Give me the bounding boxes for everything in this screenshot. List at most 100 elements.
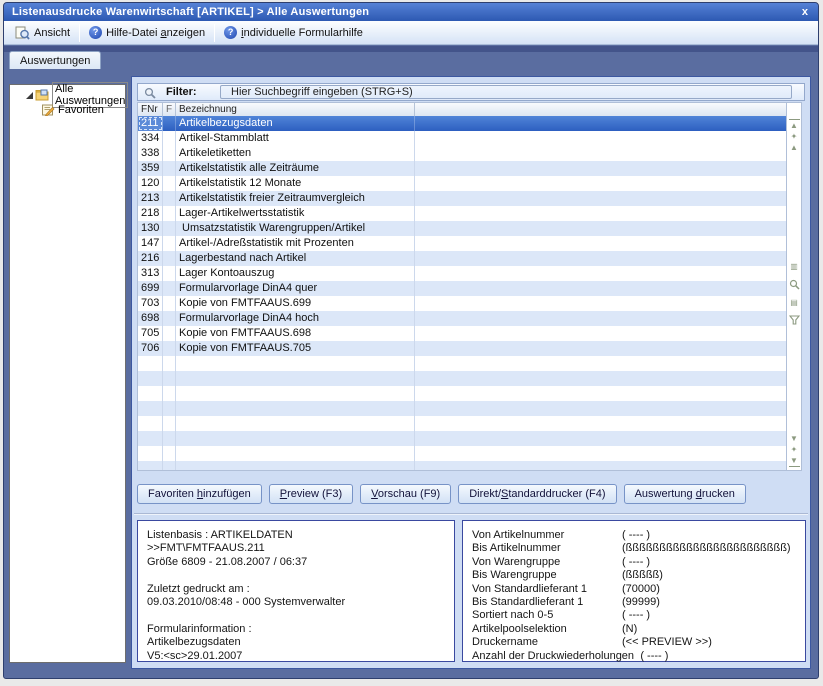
help-icon: ? bbox=[89, 26, 102, 39]
table-row[interactable] bbox=[138, 446, 786, 461]
cell-bezeichnung: Artikelstatistik 12 Monate bbox=[176, 176, 415, 191]
parameter-value: (ßßßßß) bbox=[622, 569, 663, 582]
close-button[interactable]: x bbox=[802, 6, 808, 18]
table-row[interactable]: 216 Lagerbestand nach Artikel bbox=[138, 251, 786, 266]
filter-funnel-icon[interactable] bbox=[789, 315, 800, 325]
cell-f bbox=[163, 311, 176, 326]
summary-icon[interactable]: ▤ bbox=[789, 297, 800, 308]
cell-f bbox=[163, 206, 176, 221]
table-row[interactable]: 338 Artikeletiketten bbox=[138, 146, 786, 161]
page-down-icon[interactable]: ✦ bbox=[789, 444, 800, 455]
table-row[interactable]: 705 Kopie von FMTFAAUS.698 bbox=[138, 326, 786, 341]
table-row[interactable]: 699 Formularvorlage DinA4 quer bbox=[138, 281, 786, 296]
cell-fnr bbox=[138, 461, 163, 471]
view-magnifier-icon bbox=[15, 26, 30, 40]
table-row[interactable]: 211 Artikelbezugsdaten bbox=[138, 116, 786, 131]
filter-search-input[interactable]: Hier Suchbegriff eingeben (STRG+S) bbox=[220, 85, 792, 99]
table-row[interactable]: 313 Lager Kontoauszug bbox=[138, 266, 786, 281]
cell-filler bbox=[415, 341, 786, 356]
cell-filler bbox=[415, 431, 786, 446]
cell-f bbox=[163, 461, 176, 471]
table-row[interactable] bbox=[138, 416, 786, 431]
parameter-row: Druckername (<< PREVIEW >>) bbox=[472, 636, 805, 649]
table-row[interactable]: 130 Umsatzstatistik Warengruppen/Artikel bbox=[138, 221, 786, 236]
table-row[interactable] bbox=[138, 461, 786, 471]
cell-f bbox=[163, 431, 176, 446]
table-row[interactable] bbox=[138, 371, 786, 386]
table-row[interactable] bbox=[138, 401, 786, 416]
parameter-label: Sortiert nach 0-5 bbox=[472, 609, 622, 622]
table-row[interactable]: 703 Kopie von FMTFAAUS.699 bbox=[138, 296, 786, 311]
table-row[interactable]: 120 Artikelstatistik 12 Monate bbox=[138, 176, 786, 191]
cell-bezeichnung: Lager-Artikelwertsstatistik bbox=[176, 206, 415, 221]
toolbar-button-hilfe-datei[interactable]: ? Hilfe-Datei anzeigen bbox=[82, 23, 212, 43]
parameter-row: Sortiert nach 0-5 ( ---- ) bbox=[472, 609, 805, 622]
parameter-value: (N) bbox=[622, 623, 637, 636]
cell-filler bbox=[415, 371, 786, 386]
cell-f bbox=[163, 326, 176, 341]
favorites-note-icon bbox=[41, 104, 55, 116]
table-row[interactable] bbox=[138, 356, 786, 371]
cell-fnr: 216 bbox=[138, 251, 163, 266]
cell-bezeichnung bbox=[176, 401, 415, 416]
parameter-label: Von Standardlieferant 1 bbox=[472, 583, 622, 596]
row-up-icon[interactable]: ✦ bbox=[789, 131, 800, 142]
toolbar-button-formularhilfe[interactable]: ? individuelle Formularhilfe bbox=[217, 23, 370, 43]
app-window: Listenausdrucke Warenwirtschaft [ARTIKEL… bbox=[3, 2, 819, 679]
form-info-line: Artikelbezugsdaten bbox=[147, 636, 454, 649]
grid-search-icon[interactable] bbox=[789, 279, 800, 290]
column-header-fnr[interactable]: FNr bbox=[138, 103, 163, 116]
column-header-filler bbox=[415, 103, 786, 116]
column-header-f[interactable]: F bbox=[163, 103, 176, 116]
table-row[interactable]: 359 Artikelstatistik alle Zeiträume bbox=[138, 161, 786, 176]
navigation-tree: Alle Auswertungen Favoriten bbox=[9, 84, 126, 663]
cell-f bbox=[163, 296, 176, 311]
table-row[interactable] bbox=[138, 386, 786, 401]
parameter-label: Druckername bbox=[472, 636, 622, 649]
cell-filler bbox=[415, 461, 786, 471]
grid-scroll-rail: ▲ ✦ ▲ ▥ ▤ bbox=[787, 102, 802, 471]
page-up-icon[interactable]: ▲ bbox=[789, 142, 800, 153]
form-info-line: V5:<sc>29.01.2007 bbox=[147, 650, 454, 663]
toolbar: Ansicht ? Hilfe-Datei anzeigen ? individ… bbox=[4, 21, 818, 45]
cell-bezeichnung bbox=[176, 431, 415, 446]
tree-expander-icon[interactable] bbox=[26, 92, 33, 99]
scroll-top-icon[interactable]: ▲ bbox=[789, 119, 800, 131]
favoriten-hinzufuegen-button[interactable]: Favoriten hinzufügen bbox=[137, 484, 262, 504]
cell-f bbox=[163, 401, 176, 416]
parameter-value: ( ---- ) bbox=[622, 529, 650, 542]
toolbar-separator bbox=[79, 24, 80, 42]
auswertung-drucken-button[interactable]: Auswertung drucken bbox=[624, 484, 746, 504]
scroll-bottom-icon[interactable]: ▼ bbox=[789, 455, 800, 467]
table-row[interactable]: 334 Artikel-Stammblatt bbox=[138, 131, 786, 146]
cell-fnr: 147 bbox=[138, 236, 163, 251]
title-bar: Listenausdrucke Warenwirtschaft [ARTIKEL… bbox=[4, 3, 818, 21]
table-row[interactable]: 147 Artikel-/Adreßstatistik mit Prozente… bbox=[138, 236, 786, 251]
vorschau-f9-button[interactable]: Vorschau (F9) bbox=[360, 484, 451, 504]
direkt-standarddrucker-f4-button[interactable]: Direkt/Standarddrucker (F4) bbox=[458, 484, 616, 504]
cell-filler bbox=[415, 251, 786, 266]
auswertungen-table: FNr F Bezeichnung 211 Artikelbezugsdaten… bbox=[137, 102, 787, 471]
table-row[interactable]: 213 Artikelstatistik freier Zeitraumverg… bbox=[138, 191, 786, 206]
column-header-bezeichnung[interactable]: Bezeichnung bbox=[176, 103, 415, 116]
cell-f bbox=[163, 161, 176, 176]
table-row[interactable]: 698 Formularvorlage DinA4 hoch bbox=[138, 311, 786, 326]
table-row[interactable] bbox=[138, 431, 786, 446]
folder-icon bbox=[35, 89, 49, 101]
cell-bezeichnung: Kopie von FMTFAAUS.699 bbox=[176, 296, 415, 311]
tab-auswertungen[interactable]: Auswertungen bbox=[9, 51, 101, 69]
table-row[interactable]: 218 Lager-Artikelwertsstatistik bbox=[138, 206, 786, 221]
parameter-row: Bis Artikelnummer (ßßßßßßßßßßßßßßßßßßßßß… bbox=[472, 542, 805, 555]
cell-filler bbox=[415, 311, 786, 326]
row-down-icon[interactable]: ▼ bbox=[789, 433, 800, 444]
cell-filler bbox=[415, 266, 786, 281]
parameter-label: Bis Warengruppe bbox=[472, 569, 622, 582]
table-row[interactable]: 706 Kopie von FMTFAAUS.705 bbox=[138, 341, 786, 356]
parameter-row: Bis Standardlieferant 1 (99999) bbox=[472, 596, 805, 609]
tree-item-alle-auswertungen[interactable]: Alle Auswertungen bbox=[10, 88, 125, 102]
preview-f3-button[interactable]: Preview (F3) bbox=[269, 484, 353, 504]
cell-f bbox=[163, 281, 176, 296]
autofit-columns-icon[interactable]: ▥ bbox=[789, 261, 800, 272]
parameter-value: (ßßßßßßßßßßßßßßßßßßßßßßßß) bbox=[622, 542, 791, 555]
toolbar-button-ansicht[interactable]: Ansicht bbox=[8, 23, 77, 43]
